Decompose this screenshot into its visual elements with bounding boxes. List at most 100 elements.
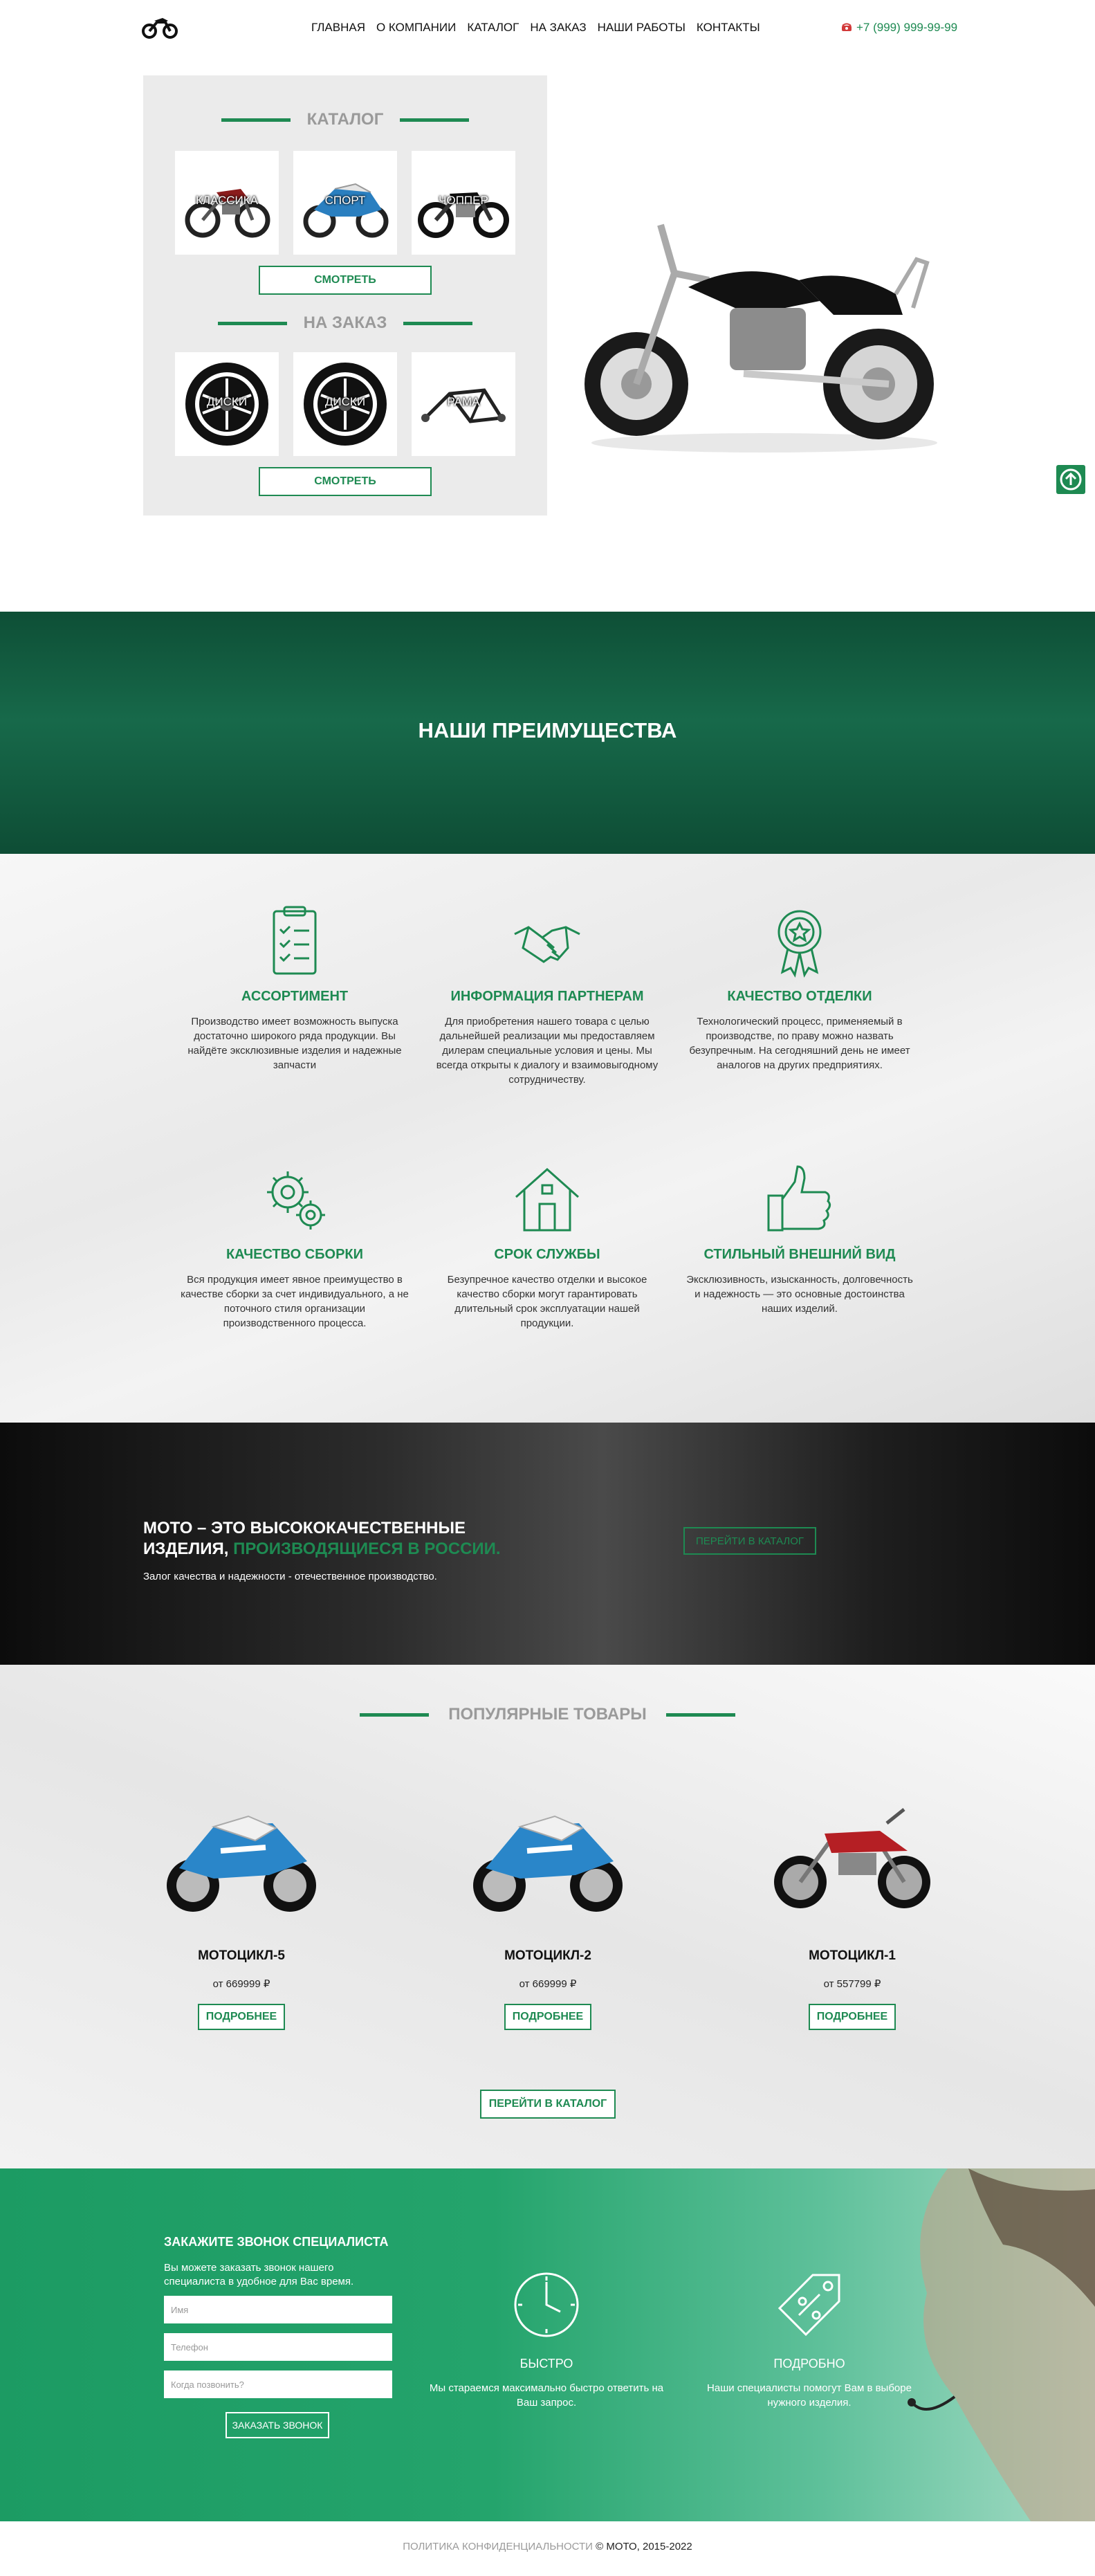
promo-heading-green: ПРОИЗВОДЯЩИЕСЯ В РОССИИ. bbox=[233, 1540, 501, 1558]
product-image[interactable] bbox=[151, 1785, 331, 1924]
name-input[interactable]: Имя bbox=[164, 2296, 392, 2323]
product-details-button[interactable]: ПОДРОБНЕЕ bbox=[504, 2004, 592, 2030]
house-icon bbox=[509, 1161, 585, 1237]
callback-feature-detailed: ПОДРОБНО Наши специалисты помогут Вам в … bbox=[692, 2267, 927, 2410]
feature-stylish-look: СТИЛЬНЫЙ ВНЕШНИЙ ВИД Эксклюзивность, изы… bbox=[675, 1161, 924, 1316]
catalog-thumb-label: ЧОППЕР bbox=[439, 194, 488, 207]
arrow-up-icon bbox=[1060, 468, 1082, 491]
callback-feature-title: ПОДРОБНО bbox=[773, 2357, 845, 2371]
product-image[interactable] bbox=[458, 1785, 638, 1924]
product-name: МОТОЦИКЛ-1 bbox=[809, 1948, 896, 1963]
feature-text: Для приобретения нашего товара с целью д… bbox=[436, 1016, 659, 1086]
product-card: МОТОЦИКЛ-5 от 669999 ₽ ПОДРОБНЕЕ bbox=[117, 1785, 366, 2030]
order-view-button[interactable]: СМОТРЕТЬ bbox=[259, 467, 432, 496]
privacy-policy-link[interactable]: ПОЛИТИКА КОНФИДЕНЦИАЛЬНОСТИ bbox=[403, 2541, 593, 2552]
catalog-thumb-classic[interactable]: КЛАССИКА bbox=[175, 151, 279, 255]
scroll-to-top-button[interactable] bbox=[1056, 465, 1085, 494]
handshake-icon bbox=[509, 903, 585, 979]
product-price: от 669999 ₽ bbox=[212, 1978, 270, 1990]
promo-subtitle: Залог качества и надежности - отечествен… bbox=[143, 1571, 437, 1582]
callback-feature-title: БЫСТРО bbox=[519, 2357, 573, 2371]
callback-title: ЗАКАЖИТЕ ЗВОНОК СПЕЦИАЛИСТА bbox=[164, 2235, 389, 2249]
callback-feature-text: Мы стараемся максимально быстро ответить… bbox=[429, 2382, 664, 2409]
feature-finish-quality: КАЧЕСТВО ОТДЕЛКИ Технологический процесс… bbox=[675, 903, 924, 1072]
heading-line bbox=[217, 321, 287, 325]
when-to-call-input[interactable]: Когда позвонить? bbox=[164, 2371, 392, 2398]
catalog-thumb-chopper[interactable]: ЧОППЕР bbox=[412, 151, 515, 255]
feature-service-life: СРОК СЛУЖБЫ Безупречное качество отделки… bbox=[423, 1161, 672, 1331]
feature-title: КАЧЕСТВО СБОРКИ bbox=[226, 1247, 364, 1262]
product-image[interactable] bbox=[762, 1785, 942, 1924]
advantages-title: НАШИ ПРЕИМУЩЕСТВА bbox=[418, 718, 677, 742]
feature-title: СТИЛЬНЫЙ ВНЕШНИЙ ВИД bbox=[703, 1247, 896, 1262]
site-header: ГЛАВНАЯ О КОМПАНИИ КАТАЛОГ НА ЗАКАЗ НАШИ… bbox=[0, 0, 1095, 55]
product-card: МОТОЦИКЛ-1 от 557799 ₽ ПОДРОБНЕЕ bbox=[728, 1785, 977, 2030]
order-call-button[interactable]: ЗАКАЗАТЬ ЗВОНОК bbox=[226, 2412, 329, 2438]
order-thumb-wheels[interactable]: ДИСКИ bbox=[175, 352, 279, 456]
feature-text: Производство имеет возможность выпуска д… bbox=[187, 1016, 402, 1071]
nav-contacts[interactable]: КОНТАКТЫ bbox=[697, 21, 760, 35]
order-thumb-label: ДИСКИ bbox=[206, 395, 248, 408]
nav-about[interactable]: О КОМПАНИИ bbox=[376, 21, 456, 35]
phone-input[interactable]: Телефон bbox=[164, 2333, 392, 2361]
callback-text: Вы можете заказать звонок нашего специал… bbox=[164, 2262, 354, 2287]
clock-icon bbox=[508, 2267, 585, 2343]
catalog-thumb-label: КЛАССИКА bbox=[195, 194, 259, 207]
copyright: © МОТО, 2015-2022 bbox=[596, 2541, 692, 2552]
product-name: МОТОЦИКЛ-5 bbox=[198, 1948, 285, 1963]
hero-motorcycle-image bbox=[571, 176, 958, 460]
main-nav: ГЛАВНАЯ О КОМПАНИИ КАТАЛОГ НА ЗАКАЗ НАШИ… bbox=[311, 21, 760, 35]
order-thumb-label: ДИСКИ bbox=[324, 395, 366, 408]
feature-text: Технологический процесс, применяемый в п… bbox=[689, 1016, 910, 1071]
product-details-button[interactable]: ПОДРОБНЕЕ bbox=[808, 2004, 896, 2030]
catalog-thumb-sport[interactable]: СПОРТ bbox=[293, 151, 397, 255]
nav-home[interactable]: ГЛАВНАЯ bbox=[311, 21, 365, 35]
motorcycle-logo-icon[interactable] bbox=[142, 12, 178, 40]
phone-icon bbox=[841, 21, 852, 35]
product-name: МОТОЦИКЛ-2 bbox=[504, 1948, 591, 1963]
callback-feature-text: Наши специалисты помогут Вам в выборе ну… bbox=[707, 2382, 912, 2409]
order-thumb-wheels[interactable]: ДИСКИ bbox=[293, 352, 397, 456]
feature-text: Эксклюзивность, изысканность, долговечно… bbox=[686, 1274, 913, 1315]
feature-title: СРОК СЛУЖБЫ bbox=[494, 1247, 600, 1262]
catalog-thumb-label: СПОРТ bbox=[324, 194, 366, 207]
award-ribbon-icon bbox=[762, 903, 838, 979]
feature-text: Вся продукция имеет явное преимущество в… bbox=[181, 1274, 409, 1329]
feature-text: Безупречное качество отделки и высокое к… bbox=[447, 1274, 647, 1329]
promo-catalog-button[interactable]: ПЕРЕЙТИ В КАТАЛОГ bbox=[683, 1527, 816, 1555]
order-heading: НА ЗАКАЗ bbox=[143, 313, 547, 333]
product-details-button[interactable]: ПОДРОБНЕЕ bbox=[197, 2004, 286, 2030]
order-title: НА ЗАКАЗ bbox=[303, 313, 387, 332]
product-card: МОТОЦИКЛ-2 от 669999 ₽ ПОДРОБНЕЕ bbox=[423, 1785, 672, 2030]
nav-order[interactable]: НА ЗАКАЗ bbox=[530, 21, 586, 35]
nav-works[interactable]: НАШИ РАБОТЫ bbox=[598, 21, 685, 35]
price-tag-icon bbox=[771, 2267, 847, 2343]
order-thumb-frame[interactable]: РАМА bbox=[412, 352, 515, 456]
catalog-view-button[interactable]: СМОТРЕТЬ bbox=[259, 266, 432, 295]
catalog-heading: КАТАЛОГ bbox=[143, 110, 547, 129]
promo-heading: МОТО – ЭТО ВЫСОКОКАЧЕСТВЕННЫЕ ИЗДЕЛИЯ, П… bbox=[143, 1518, 503, 1560]
heading-line bbox=[221, 118, 291, 122]
order-thumb-label: РАМА bbox=[447, 395, 480, 408]
nav-catalog[interactable]: КАТАЛОГ bbox=[467, 21, 519, 35]
thumbs-up-icon bbox=[762, 1161, 838, 1237]
popular-heading: ПОПУЛЯРНЫЕ ТОВАРЫ bbox=[0, 1705, 1095, 1724]
hero-catalog-panel: КАТАЛОГ КЛАССИКА СПОРТ ЧОППЕР СМОТРЕТЬ Н… bbox=[143, 75, 547, 515]
header-phone[interactable]: +7 (999) 999-99-99 bbox=[841, 21, 957, 35]
feature-partners: ИНФОРМАЦИЯ ПАРТНЕРАМ Для приобретения на… bbox=[423, 903, 672, 1087]
heading-line bbox=[360, 1712, 430, 1717]
heading-line bbox=[403, 321, 473, 325]
clipboard-checklist-icon bbox=[257, 903, 333, 979]
gears-icon bbox=[257, 1161, 333, 1237]
feature-title: АССОРТИМЕНТ bbox=[241, 989, 349, 1004]
catalog-title: КАТАЛОГ bbox=[306, 110, 384, 129]
popular-catalog-button[interactable]: ПЕРЕЙТИ В КАТАЛОГ bbox=[480, 2090, 616, 2119]
heading-line bbox=[400, 118, 470, 122]
feature-title: ИНФОРМАЦИЯ ПАРТНЕРАМ bbox=[450, 989, 644, 1004]
heading-line bbox=[665, 1712, 735, 1717]
product-price: от 669999 ₽ bbox=[519, 1978, 577, 1990]
callback-feature-fast: БЫСТРО Мы стараемся максимально быстро о… bbox=[429, 2267, 664, 2410]
phone-number[interactable]: +7 (999) 999-99-99 bbox=[856, 21, 957, 35]
feature-assembly-quality: КАЧЕСТВО СБОРКИ Вся продукция имеет явно… bbox=[170, 1161, 419, 1331]
feature-assortment: АССОРТИМЕНТ Производство имеет возможнос… bbox=[170, 903, 419, 1072]
